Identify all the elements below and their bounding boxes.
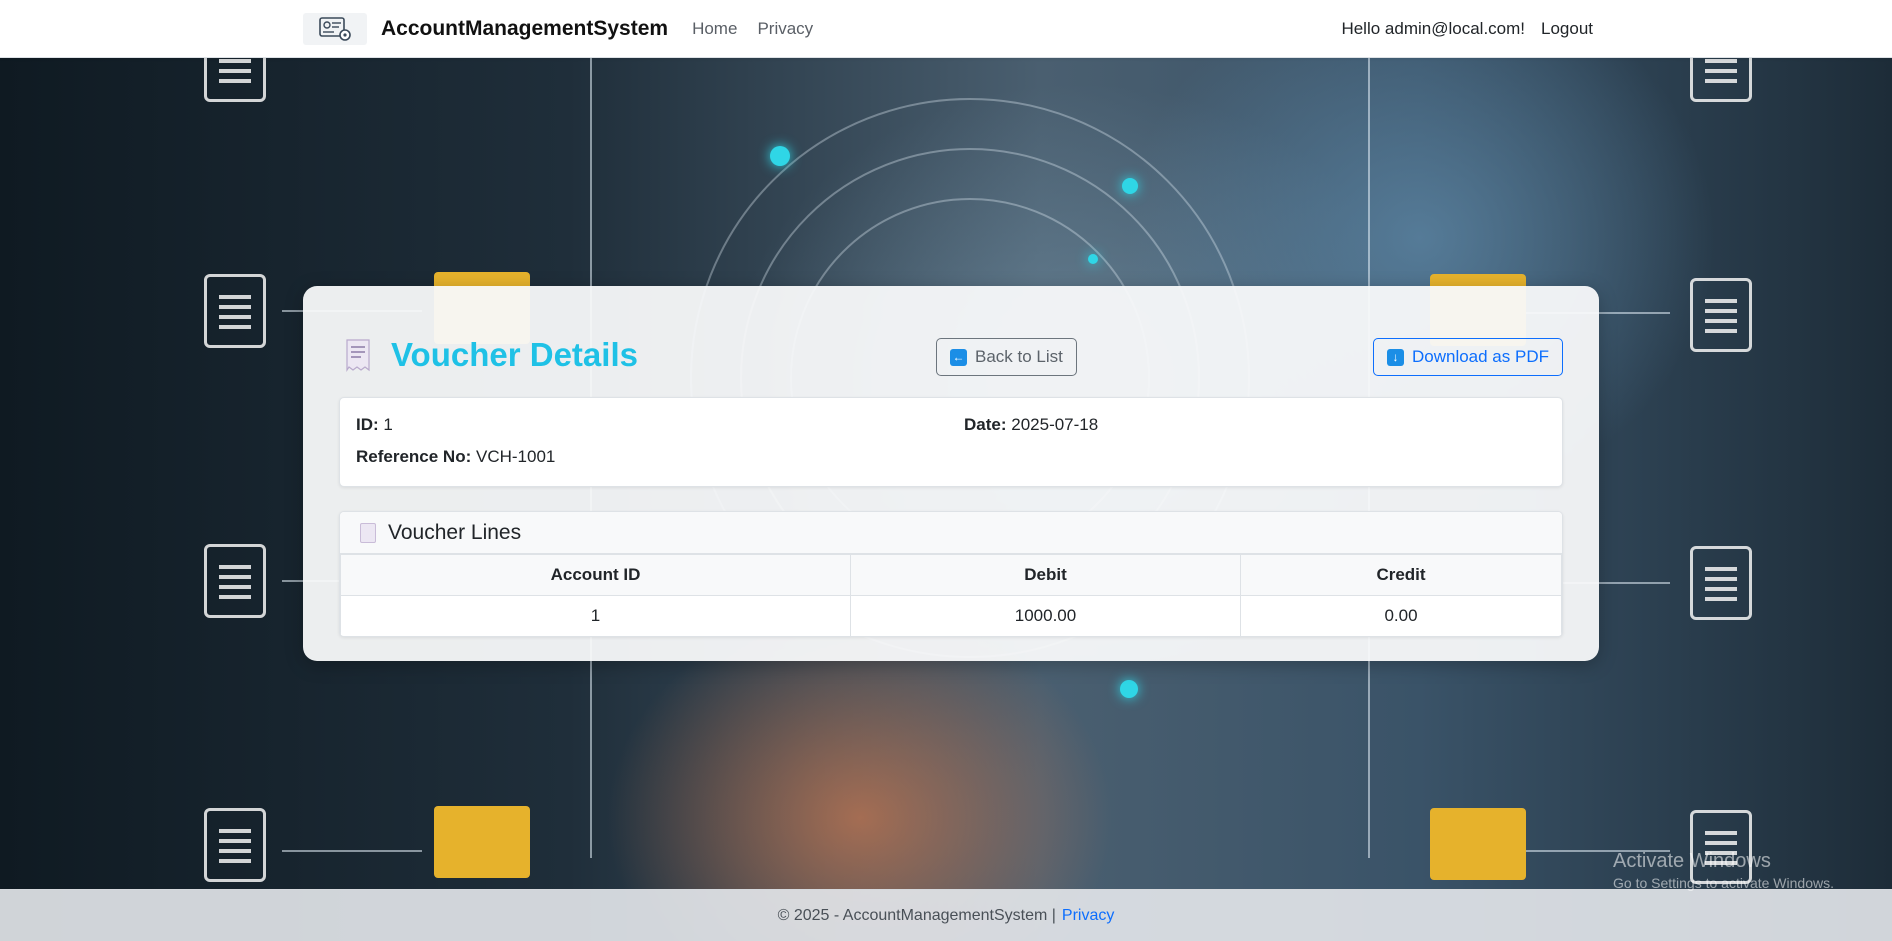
top-navbar: AccountManagementSystem Home Privacy Hel… <box>0 0 1892 58</box>
receipt-icon <box>346 339 370 372</box>
page-title: Voucher Details <box>391 336 638 373</box>
column-header-debit: Debit <box>850 554 1241 596</box>
voucher-id-value: 1 <box>383 415 393 434</box>
nav-privacy-link[interactable]: Privacy <box>757 19 813 39</box>
column-header-credit: Credit <box>1240 554 1562 596</box>
voucher-date-value: 2025-07-18 <box>1011 415 1099 434</box>
voucher-lines-title: Voucher Lines <box>388 520 522 544</box>
footer-privacy-link[interactable]: Privacy <box>1062 907 1114 925</box>
voucher-date-label: Date: <box>964 415 1007 434</box>
arrow-left-icon: ← <box>950 348 967 366</box>
voucher-id-label: ID: <box>356 415 379 434</box>
user-greeting-link[interactable]: Hello admin@local.com! <box>1341 19 1525 39</box>
watermark-line-1: Activate Windows <box>1613 850 1771 872</box>
brand-logo[interactable] <box>303 13 367 45</box>
voucher-details-card: Voucher Details ← Back to List ↓ Downloa… <box>303 286 1599 661</box>
table-row: 1 1000.00 0.00 <box>340 595 1562 636</box>
column-header-account-id: Account ID <box>340 554 851 596</box>
voucher-date: Date: 2025-07-18 <box>964 415 1098 435</box>
back-to-list-label: Back to List <box>975 347 1063 366</box>
arrow-down-icon: ↓ <box>1386 348 1404 366</box>
voucher-info-box: ID: 1 Date: 2025-07-18 Reference No: VCH… <box>339 397 1563 487</box>
voucher-lines-box: Voucher Lines Account ID Debit Credit 1 … <box>339 511 1563 637</box>
voucher-reference-value: VCH-1001 <box>476 447 556 466</box>
table-header-row: Account ID Debit Credit <box>340 554 1562 596</box>
footer-copyright: © 2025 - AccountManagementSystem | <box>777 906 1056 924</box>
windows-activation-watermark: Activate Windows Go to Settings to activ… <box>1613 850 1834 891</box>
cell-credit: 0.00 <box>1240 595 1562 636</box>
download-pdf-label: Download as PDF <box>1411 347 1549 366</box>
cell-debit: 1000.00 <box>850 595 1241 636</box>
logout-link[interactable]: Logout <box>1541 19 1593 39</box>
page-footer: © 2025 - AccountManagementSystem | Priva… <box>0 889 1892 941</box>
document-icon <box>360 522 376 543</box>
voucher-lines-table: Account ID Debit Credit 1 1000.00 0.00 <box>340 554 1562 636</box>
voucher-reference-label: Reference No: <box>356 447 472 466</box>
nav-home-link[interactable]: Home <box>692 19 737 39</box>
voucher-lines-header: Voucher Lines <box>340 512 1562 554</box>
download-pdf-button[interactable]: ↓ Download as PDF <box>1372 338 1563 376</box>
brand-name[interactable]: AccountManagementSystem <box>381 17 668 41</box>
cell-account-id: 1 <box>340 595 851 636</box>
back-to-list-button[interactable]: ← Back to List <box>936 338 1077 376</box>
watermark-line-2: Go to Settings to activate Windows. <box>1613 875 1834 891</box>
id-card-gear-icon <box>319 17 351 41</box>
voucher-id: ID: 1 <box>356 415 393 435</box>
voucher-reference: Reference No: VCH-1001 <box>356 447 555 467</box>
